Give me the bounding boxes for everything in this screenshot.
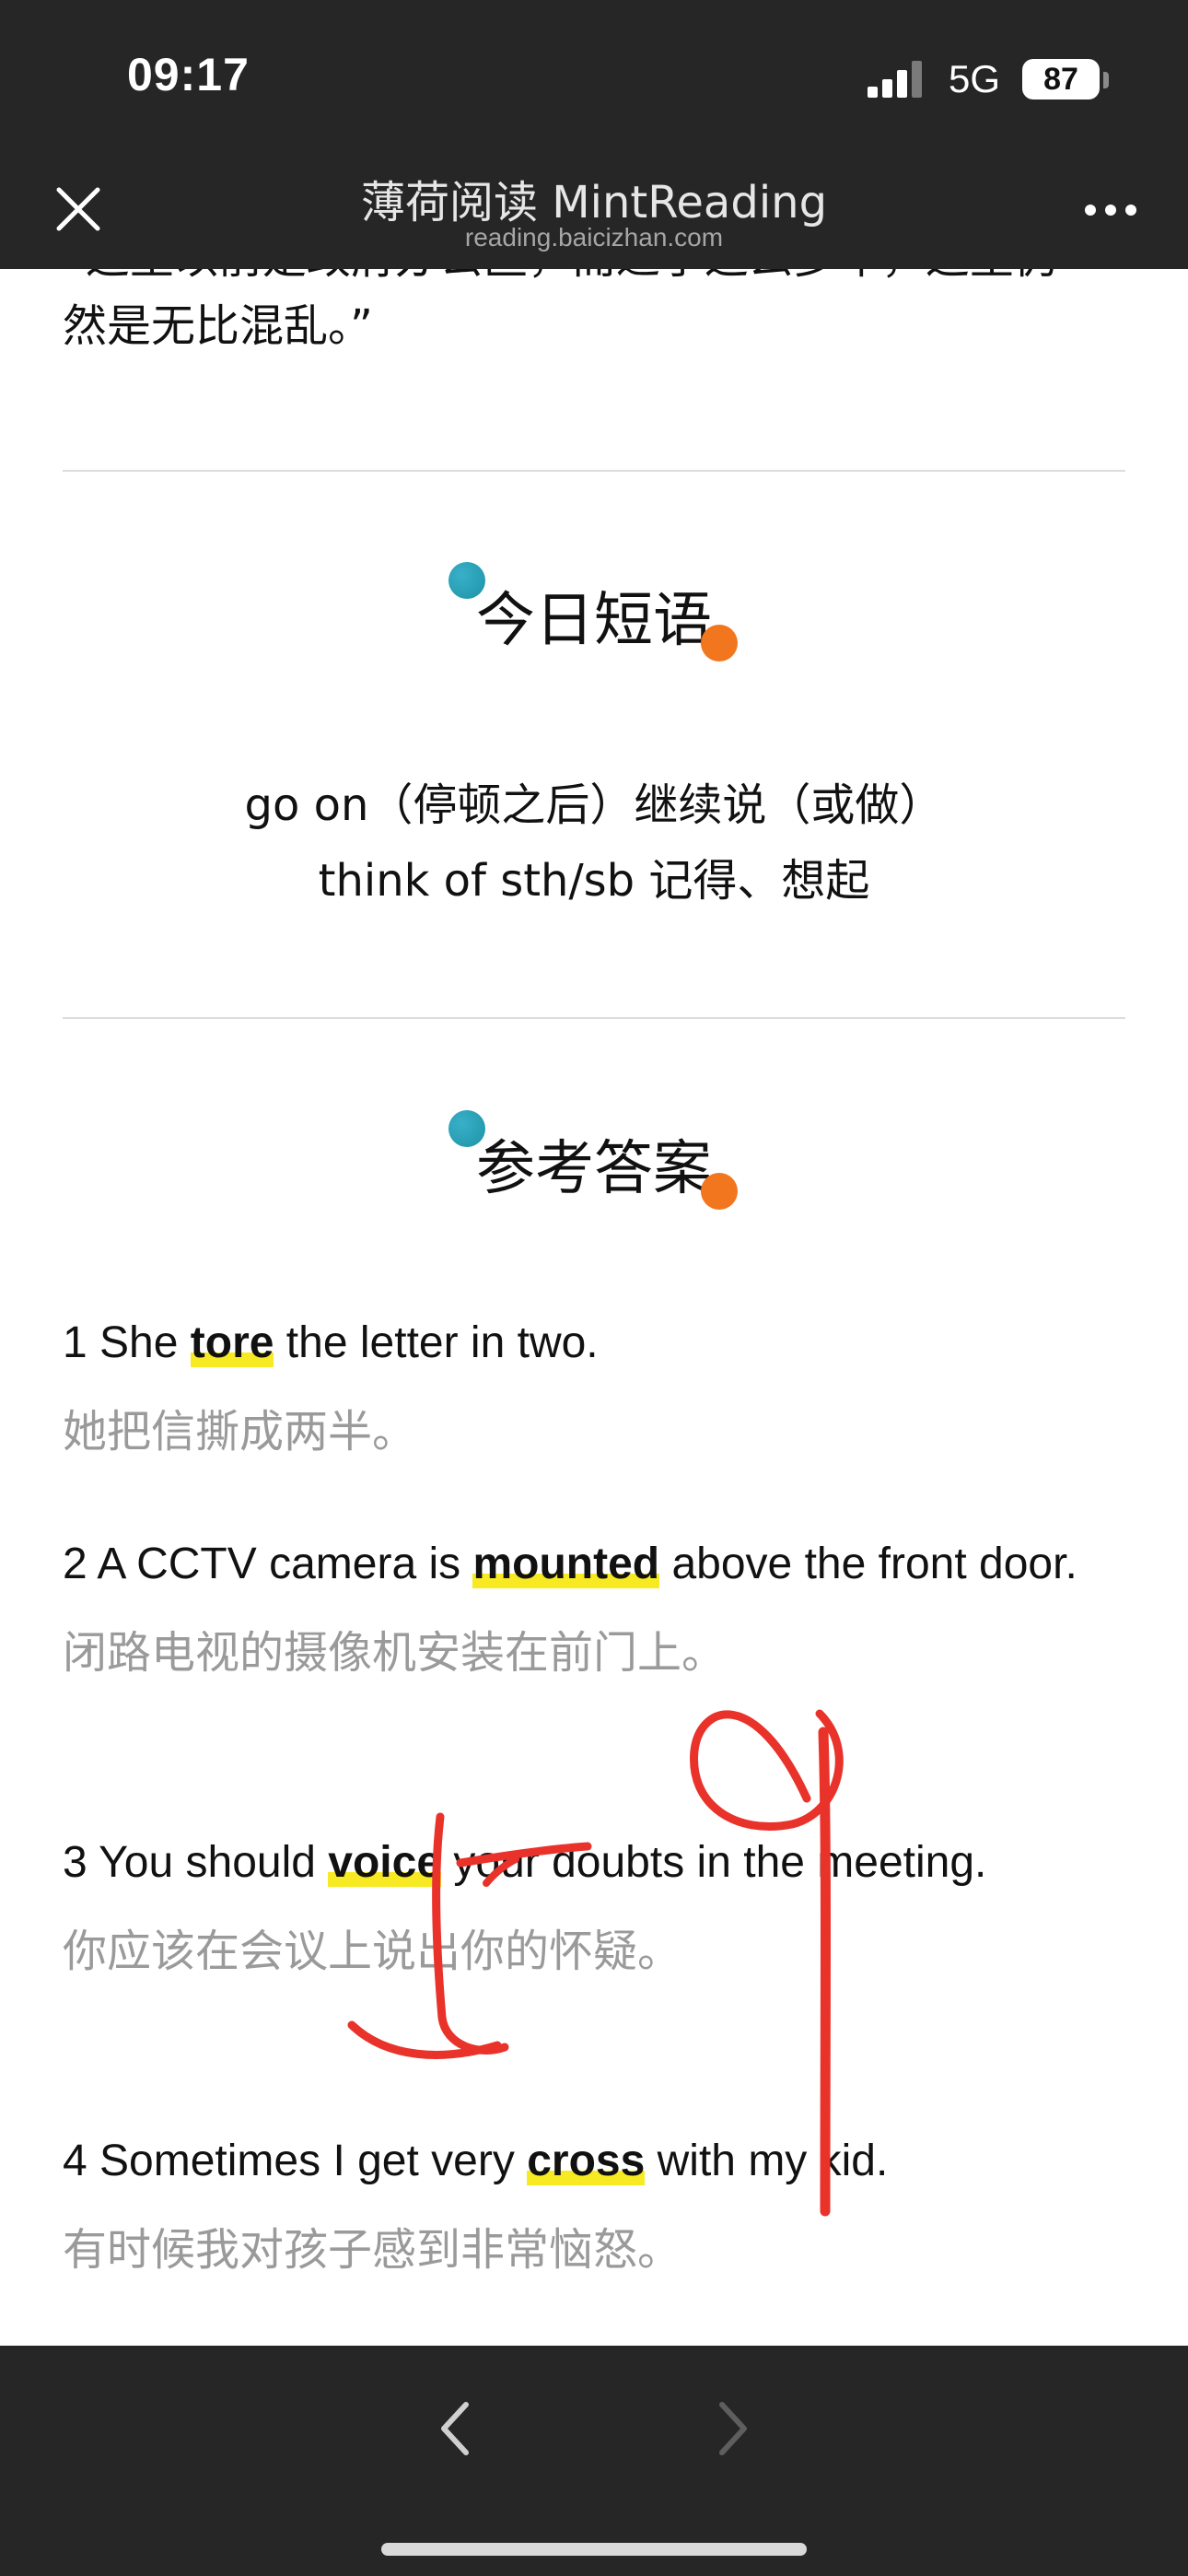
signal-icon [868, 61, 922, 98]
more-icon[interactable] [1083, 201, 1138, 219]
phrase-item: go on（停顿之后）继续说（或做） [244, 779, 944, 831]
article-content: “这里以前是政府办公区，而过了这么多年，这里仍 然是无比混乱。” 今日短语 go… [0, 269, 1188, 2346]
highlighted-word: voice [328, 1838, 442, 1887]
top-bar: 09:17 5G 87 薄荷阅读 MintReading reading.bai… [0, 0, 1188, 269]
forward-arrow-icon [719, 2402, 747, 2455]
battery-cap [1103, 72, 1109, 88]
answer-item: 2 A CCTV camera is mounted above the fro… [63, 1526, 1131, 1692]
answer-text: 2 A CCTV camera is [63, 1540, 473, 1588]
divider [63, 1017, 1125, 1019]
answer-text: with my kid. [645, 2137, 889, 2185]
orange-dot-icon [701, 1173, 738, 1210]
teal-dot-icon [448, 1110, 485, 1147]
orange-dot-icon [701, 625, 738, 662]
answer-chinese: 有时候我对孩子感到非常恼怒。 [63, 2224, 682, 2276]
answer-chinese: 她把信撕成两半。 [63, 1406, 417, 1458]
answer-text: the letter in two. [274, 1318, 599, 1367]
battery-icon: 87 [1022, 59, 1100, 100]
answer-text: your doubts in the meeting. [441, 1838, 987, 1887]
status-time: 09:17 [127, 49, 250, 100]
nav-subtitle: reading.baicizhan.com [464, 223, 724, 252]
bottom-bar [0, 2346, 1188, 2576]
answer-text: above the front door. [659, 1540, 1077, 1588]
answers-heading: 参考答案 [0, 1110, 1188, 1210]
answer-text: 3 You should [63, 1838, 329, 1887]
back-arrow-icon[interactable] [433, 2399, 477, 2458]
network-label: 5G [949, 57, 1001, 100]
phrases-heading: 今日短语 [0, 562, 1188, 662]
answer-text: 1 She [63, 1318, 191, 1367]
answer-item: 4 Sometimes I get very cross with my kid… [63, 2123, 1131, 2289]
highlighted-word: tore [190, 1318, 274, 1367]
answer-english: 1 She tore the letter in two. [63, 1305, 1131, 1382]
answer-english: 2 A CCTV camera is mounted above the fro… [63, 1526, 1131, 1603]
home-indicator [381, 2543, 807, 2556]
answer-english: 3 You should voice your doubts in the me… [63, 1824, 1131, 1902]
teal-dot-icon [448, 562, 485, 599]
answer-chinese: 闭路电视的摄像机安装在前门上。 [63, 1627, 727, 1679]
nav-bar: 薄荷阅读 MintReading reading.baicizhan.com [0, 157, 1188, 269]
battery-level: 87 [1043, 61, 1078, 97]
highlighted-word: cross [527, 2137, 646, 2185]
answer-english: 4 Sometimes I get very cross with my kid… [63, 2123, 1131, 2200]
status-bar: 09:17 5G 87 [0, 0, 1188, 157]
article-quote-end: 然是无比混乱。” [63, 300, 373, 352]
answers-heading-text: 参考答案 [476, 1135, 712, 1203]
answer-item: 3 You should voice your doubts in the me… [63, 1824, 1131, 1990]
divider [63, 470, 1125, 472]
answer-text: 4 Sometimes I get very [63, 2137, 528, 2185]
answer-item: 1 She tore the letter in two. 她把信撕成两半。 [63, 1305, 1131, 1470]
nav-title: 薄荷阅读 MintReading [360, 177, 828, 228]
article-partial-line: “这里以前是政府办公区，而过了这么多年，这里仍 [63, 269, 1131, 286]
answer-chinese: 你应该在会议上说出你的怀疑。 [63, 1926, 682, 1977]
phrases-heading-text: 今日短语 [476, 587, 712, 655]
highlighted-word: mounted [472, 1540, 660, 1588]
phrase-item: think of sth/sb 记得、想起 [318, 855, 870, 907]
